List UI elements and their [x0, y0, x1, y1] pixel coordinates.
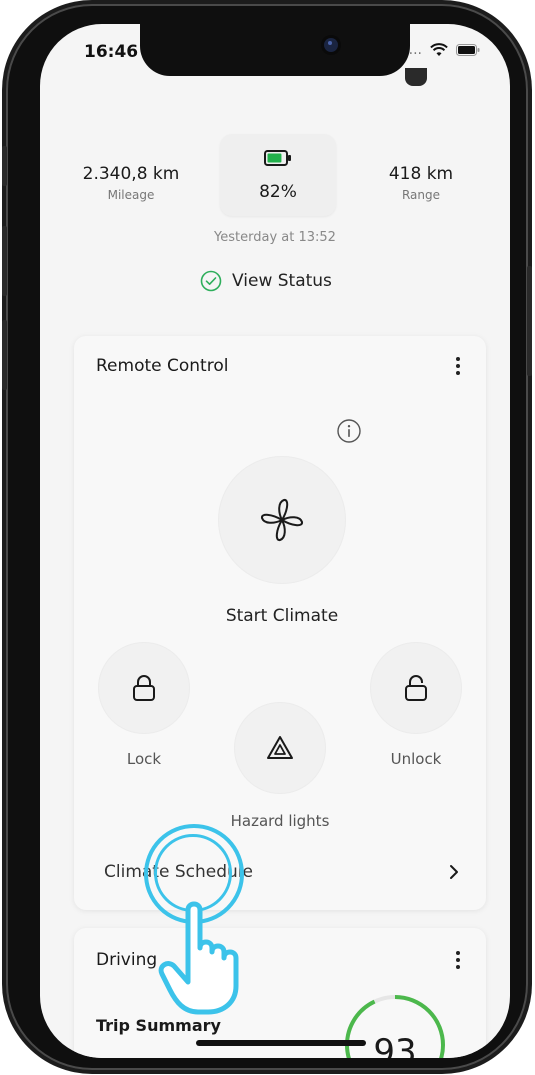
vehicle-stats: 2.340,8 km Mileage 82% 418 km Range: [40, 134, 510, 224]
view-status-link[interactable]: View Status: [200, 270, 332, 292]
unlock-label: Unlock: [390, 750, 442, 768]
view-status-label: View Status: [232, 271, 332, 291]
hazard-icon: [267, 736, 293, 759]
carrier-dots: ...: [408, 42, 422, 58]
chevron-right-icon: [450, 865, 458, 879]
hazard-lights-label: Hazard lights: [230, 812, 330, 830]
driving-card: Driving Trip Summary 93: [74, 928, 486, 1058]
start-climate-label: Start Climate: [225, 606, 339, 626]
volume-down-button: [2, 320, 7, 390]
info-icon[interactable]: [336, 418, 362, 444]
last-updated: Yesterday at 13:52: [214, 230, 336, 245]
notch: [140, 24, 410, 76]
wifi-icon: [430, 43, 448, 56]
more-vertical-icon[interactable]: [448, 354, 468, 382]
check-circle-icon: [200, 270, 222, 292]
status-icons: ...: [409, 42, 480, 58]
mileage-label: Mileage: [107, 188, 155, 202]
remote-control-card: Remote Control Start Climate Lock Unlock…: [74, 336, 486, 910]
battery-card: 82%: [220, 134, 336, 216]
side-button: [527, 266, 532, 376]
battery-percent: 82%: [259, 182, 297, 202]
mute-switch: [2, 146, 7, 186]
hazard-lights-button[interactable]: [234, 702, 326, 794]
app-screen: 16:46 ... 2.340,8 km Mileage 82% 418 km …: [40, 24, 510, 1058]
driving-title: Driving: [96, 950, 158, 970]
fan-icon: [261, 499, 303, 541]
remote-control-title: Remote Control: [96, 356, 229, 376]
volume-up-button: [2, 226, 7, 296]
lock-label: Lock: [126, 750, 162, 768]
status-battery-icon: [456, 44, 480, 56]
battery-icon: [264, 150, 291, 166]
range-label: Range: [401, 188, 441, 202]
tap-hand-icon: [158, 901, 239, 1015]
front-camera: [324, 38, 338, 52]
driving-more-icon[interactable]: [448, 948, 468, 976]
mileage-value: 2.340,8 km: [82, 164, 180, 184]
climate-schedule-row[interactable]: Climate Schedule: [74, 852, 486, 892]
notch-shadow: [405, 68, 427, 86]
mileage-stat: 2.340,8 km Mileage: [76, 164, 186, 202]
status-time: 16:46: [84, 42, 139, 62]
range-value: 418 km: [388, 164, 454, 184]
home-indicator: [196, 1040, 366, 1046]
range-stat: 418 km Range: [366, 164, 476, 202]
unlock-icon: [405, 675, 427, 701]
lock-icon: [133, 675, 155, 701]
lock-button[interactable]: [98, 642, 190, 734]
unlock-button[interactable]: [370, 642, 462, 734]
phone-frame: 16:46 ... 2.340,8 km Mileage 82% 418 km …: [2, 4, 532, 1070]
start-climate-button[interactable]: [218, 456, 346, 584]
